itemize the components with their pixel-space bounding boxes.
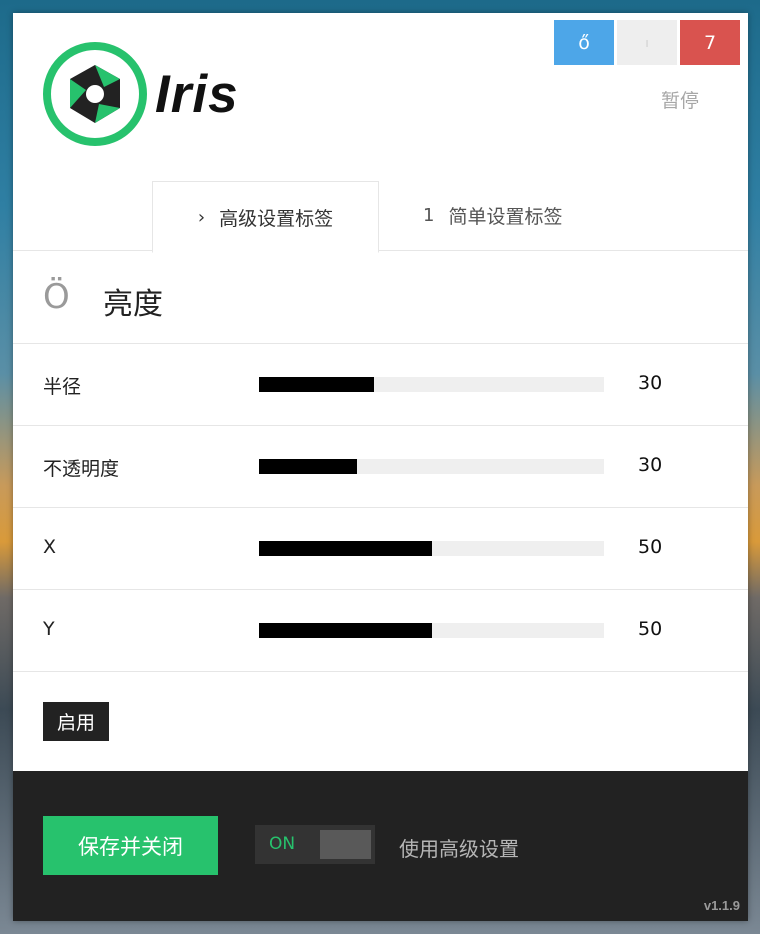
footer-bar: 保存并关闭 ON 使用高级设置 v1.1.9 — [13, 771, 748, 921]
tab-advanced-label: 高级设置标签 — [219, 207, 334, 230]
slider-row-y: Y 50 — [13, 590, 748, 672]
slider-value: 50 — [638, 618, 663, 640]
brightness-section-header: Ö 亮度 — [13, 251, 748, 344]
advanced-settings-toggle[interactable]: ON — [255, 825, 375, 864]
slider-fill — [259, 541, 432, 556]
tab-simple-label: 简单设置标签 — [448, 206, 563, 228]
iris-logo-icon — [43, 42, 147, 146]
simple-tab-icon: 1 — [423, 205, 435, 226]
opacity-slider[interactable] — [259, 459, 604, 474]
tab-advanced-settings[interactable]: › 高级设置标签 — [152, 181, 379, 253]
brightness-icon: Ö — [43, 277, 70, 317]
tab-simple-settings[interactable]: 1 简单设置标签 — [423, 181, 562, 250]
slider-label: X — [43, 536, 57, 558]
iris-logo-text: Iris — [155, 65, 239, 124]
slider-value: 50 — [638, 536, 663, 558]
slider-label: 不透明度 — [43, 458, 120, 480]
slider-label: Y — [43, 618, 55, 640]
version-label: v1.1.9 — [703, 898, 740, 913]
slider-fill — [259, 377, 374, 392]
slider-row-x: X 50 — [13, 508, 748, 590]
toggle-state-label: ON — [269, 834, 296, 854]
section-title: 亮度 — [103, 287, 163, 322]
radius-slider[interactable] — [259, 377, 604, 392]
app-window: ő ı 7 暂停 Iris › 高级设置标签 1 简单设置标签 Ö 亮度 半径 … — [13, 13, 748, 921]
x-slider[interactable] — [259, 541, 604, 556]
slider-label: 半径 — [43, 376, 82, 398]
save-and-close-button[interactable]: 保存并关闭 — [43, 816, 218, 875]
y-slider[interactable] — [259, 623, 604, 638]
slider-row-opacity: 不透明度 30 — [13, 426, 748, 508]
chevron-right-icon: › — [197, 206, 206, 228]
enable-button[interactable]: 启用 — [43, 702, 110, 741]
toggle-label: 使用高级设置 — [399, 837, 519, 861]
slider-value: 30 — [638, 372, 663, 394]
pause-button[interactable]: 暂停 — [661, 86, 699, 113]
slider-row-radius: 半径 30 — [13, 344, 748, 426]
window-middle-button[interactable]: ı — [617, 20, 677, 65]
toggle-knob — [320, 830, 371, 859]
minimize-button[interactable]: ő — [554, 20, 614, 65]
close-button[interactable]: 7 — [680, 20, 740, 65]
slider-fill — [259, 459, 357, 474]
slider-value: 30 — [638, 454, 663, 476]
slider-fill — [259, 623, 432, 638]
